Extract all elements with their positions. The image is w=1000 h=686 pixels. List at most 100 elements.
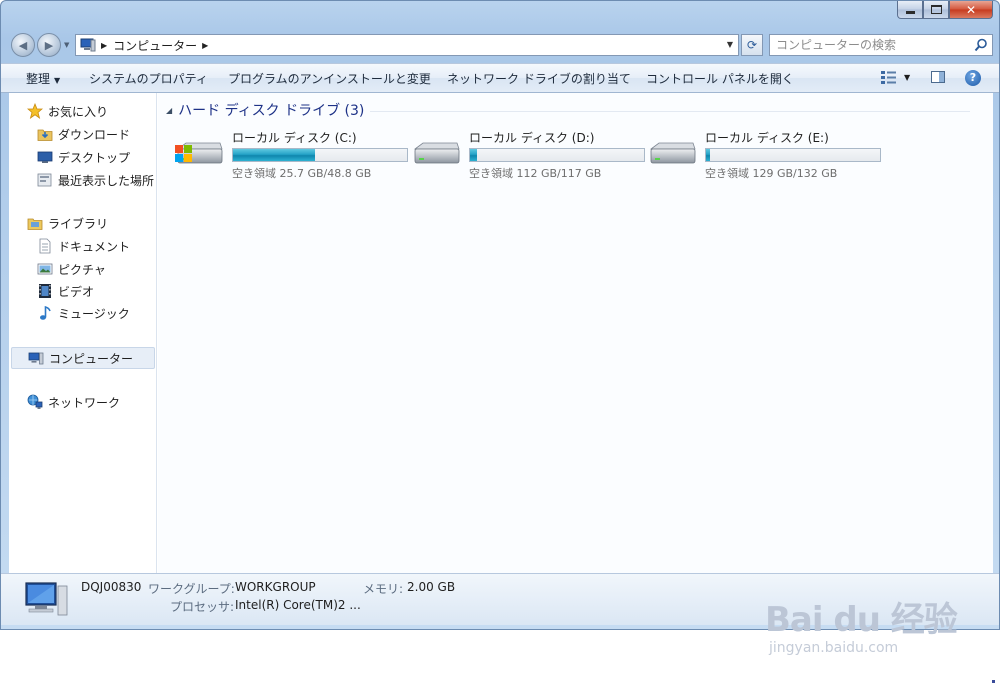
help-button[interactable]: ? <box>965 70 981 86</box>
navigation-row: ◀ ▶ ▼ ▶ コンピューター ▶ ▼ ⟳ <box>1 29 999 63</box>
processor-label: プロセッサ: <box>170 600 235 614</box>
group-divider <box>370 111 970 112</box>
address-history-dropdown[interactable]: ▼ <box>727 40 733 49</box>
sidebar-label: ネットワーク <box>48 395 121 410</box>
refresh-button[interactable]: ⟳ <box>741 34 763 56</box>
sidebar-item-pictures[interactable]: ピクチャ <box>37 259 106 279</box>
explorer-window: ✕ ◀ ▶ ▼ ▶ コンピューター ▶ ▼ ⟳ 整理▼ <box>0 0 1000 630</box>
memory-value: 2.00 GB <box>407 580 456 594</box>
processor-value: Intel(R) Core(TM)2 ... <box>235 598 361 612</box>
drive-c[interactable]: ローカル ディスク (C:) 空き領域 25.7 GB/48.8 GB <box>174 129 408 180</box>
hard-drive-icon <box>413 142 460 164</box>
network-icon <box>27 394 43 409</box>
breadcrumb-separator-icon[interactable]: ▶ <box>202 41 208 50</box>
sidebar-item-computer[interactable]: コンピューター <box>11 347 155 369</box>
breadcrumb-separator-icon[interactable]: ▶ <box>101 41 107 50</box>
open-control-panel-button[interactable]: コントロール パネルを開く <box>646 70 794 87</box>
sidebar-item-favorites[interactable]: お気に入り <box>27 101 108 121</box>
workgroup-label: ワークグループ: <box>148 582 235 596</box>
sidebar-item-network[interactable]: ネットワーク <box>27 392 120 412</box>
sidebar-label: ピクチャ <box>58 262 106 277</box>
collapse-triangle-icon[interactable]: ◢ <box>166 106 172 115</box>
search-box[interactable] <box>769 34 993 56</box>
breadcrumb-computer[interactable]: コンピューター <box>113 37 197 54</box>
drive-free-space: 空き領域 112 GB/117 GB <box>469 167 602 180</box>
back-button[interactable]: ◀ <box>11 33 35 57</box>
pictures-icon <box>37 263 53 275</box>
maximize-icon <box>930 5 942 14</box>
sidebar-item-recent-places[interactable]: 最近表示した場所 <box>37 170 154 190</box>
uninstall-program-button[interactable]: プログラムのアンインストールと変更 <box>228 70 431 87</box>
computer-icon <box>28 352 44 365</box>
sidebar-item-desktop[interactable]: デスクトップ <box>37 147 130 167</box>
computer-icon <box>25 582 68 616</box>
sidebar-item-downloads[interactable]: ダウンロード <box>37 124 130 144</box>
workgroup-value: WORKGROUP <box>235 580 316 594</box>
minimize-button[interactable] <box>897 1 923 19</box>
sidebar-label: ミュージック <box>58 306 130 321</box>
downloads-icon <box>37 129 53 141</box>
documents-icon <box>39 238 51 254</box>
drive-name: ローカル ディスク (E:) <box>705 131 829 145</box>
organize-label: 整理 <box>26 72 51 86</box>
group-header-hard-disks[interactable]: ◢ ハード ディスク ドライブ (3) <box>166 100 364 120</box>
content-area: お気に入り ダウンロード デスクトップ 最近表示した場所 ライブラリ ドキュメン… <box>9 93 993 573</box>
star-icon <box>27 103 43 119</box>
sidebar-label: コンピューター <box>49 351 134 366</box>
sidebar-label: デスクトップ <box>58 150 131 165</box>
main-pane: ◢ ハード ディスク ドライブ (3) ローカル ディスク (C:) 空き領域 … <box>158 93 993 573</box>
sidebar-label: ライブラリ <box>48 216 109 231</box>
address-bar[interactable]: ▶ コンピューター ▶ ▼ <box>75 34 739 56</box>
drive-usage-fill <box>470 149 478 161</box>
maximize-button[interactable] <box>923 1 949 19</box>
navigation-pane: お気に入り ダウンロード デスクトップ 最近表示した場所 ライブラリ ドキュメン… <box>9 93 157 573</box>
preview-pane-icon[interactable] <box>931 71 945 83</box>
arrow-right-icon: ▶ <box>44 38 54 52</box>
caption-buttons: ✕ <box>897 1 993 19</box>
computer-name: DQJ00830 <box>81 580 142 594</box>
map-network-drive-button[interactable]: ネットワーク ドライブの割り当て <box>447 70 631 87</box>
music-icon <box>40 305 51 320</box>
memory-label: メモリ: <box>363 582 404 596</box>
chevron-down-icon: ▼ <box>54 76 61 85</box>
sidebar-label: 最近表示した場所 <box>58 173 155 188</box>
watermark-logo: Bai du 经验 <box>765 600 958 640</box>
drive-usage-bar <box>232 148 408 162</box>
drive-d[interactable]: ローカル ディスク (D:) 空き領域 112 GB/117 GB <box>411 129 645 180</box>
videos-icon <box>39 284 51 298</box>
system-drive-icon <box>175 142 223 164</box>
arrow-left-icon: ◀ <box>18 38 28 52</box>
watermark-url: jingyan.baidu.com <box>769 640 899 656</box>
recent-pages-dropdown[interactable]: ▼ <box>64 41 69 49</box>
forward-button[interactable]: ▶ <box>37 33 61 57</box>
system-properties-button[interactable]: システムのプロパティ <box>89 70 208 87</box>
sidebar-item-music[interactable]: ミュージック <box>37 303 130 323</box>
drive-usage-fill <box>233 149 316 161</box>
sidebar-label: ダウンロード <box>58 127 131 142</box>
sidebar-item-documents[interactable]: ドキュメント <box>37 236 130 256</box>
organize-button[interactable]: 整理 ▼ <box>26 70 60 87</box>
sidebar-label: お気に入り <box>48 104 109 119</box>
close-button[interactable]: ✕ <box>949 1 993 19</box>
drive-usage-bar <box>469 148 645 162</box>
search-icon[interactable] <box>974 38 988 52</box>
drive-name: ローカル ディスク (C:) <box>232 131 357 145</box>
desktop-icon <box>37 151 53 163</box>
drive-usage-fill <box>706 149 711 161</box>
drive-usage-bar <box>705 148 881 162</box>
libraries-icon <box>27 218 43 230</box>
refresh-icon: ⟳ <box>746 38 758 52</box>
drive-e[interactable]: ローカル ディスク (E:) 空き領域 129 GB/132 GB <box>647 129 881 180</box>
corner-dot <box>992 680 995 683</box>
drive-name: ローカル ディスク (D:) <box>469 131 595 145</box>
sidebar-item-libraries[interactable]: ライブラリ <box>27 213 108 233</box>
command-bar: 整理 ▼ システムのプロパティ プログラムのアンインストールと変更 ネットワーク … <box>1 63 999 93</box>
search-input[interactable] <box>776 36 966 54</box>
recent-places-icon <box>37 173 52 187</box>
change-view-icon[interactable] <box>881 71 897 85</box>
sidebar-label: ビデオ <box>58 284 95 299</box>
drive-free-space: 空き領域 129 GB/132 GB <box>705 167 838 180</box>
computer-icon <box>80 38 96 52</box>
view-options-dropdown[interactable]: ▼ <box>904 73 910 82</box>
sidebar-item-videos[interactable]: ビデオ <box>37 281 94 301</box>
